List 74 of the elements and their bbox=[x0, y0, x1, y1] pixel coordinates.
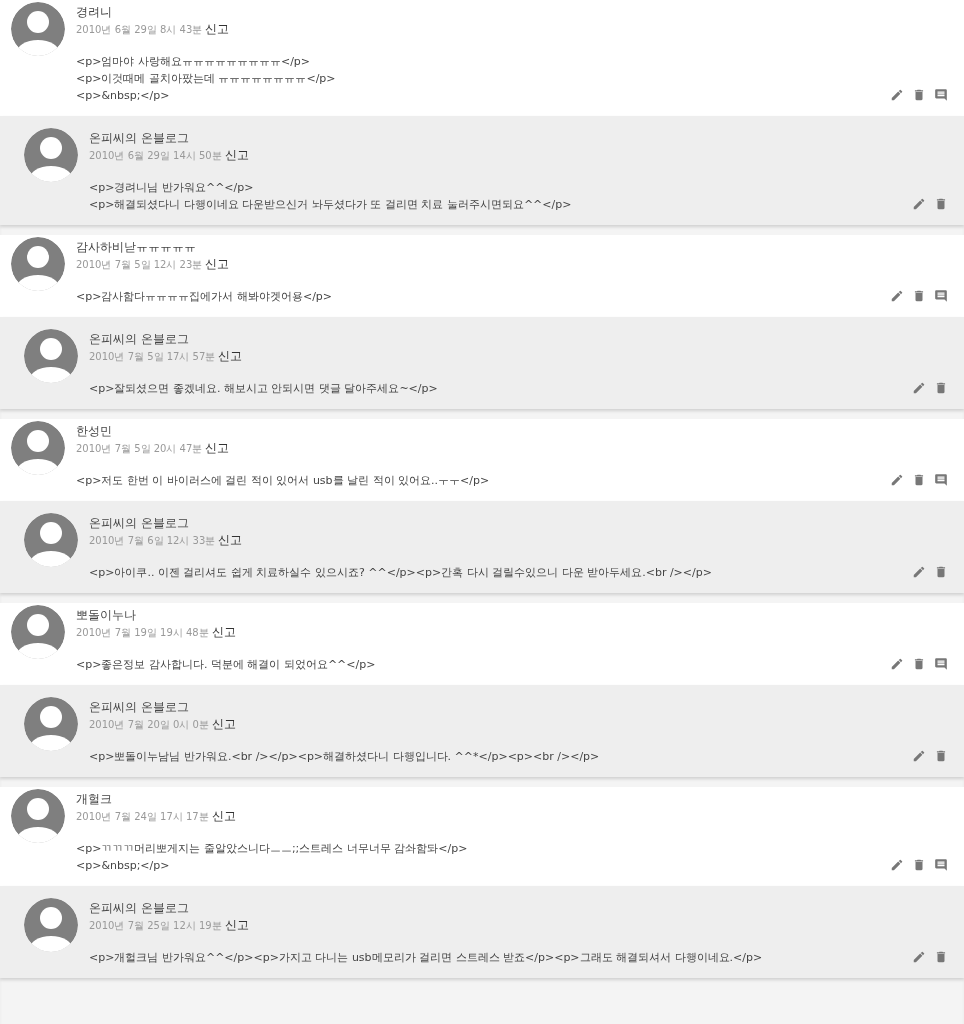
comment-text: <p>아이쿠.. 이젠 걸리셔도 쉽게 치료하실수 있으시죠? ^^</p><p>간혹 다시 걸릴수있으니 다운 받아두세요.<br /></p> bbox=[89, 565, 713, 581]
report-link[interactable]: 신고 bbox=[212, 715, 236, 733]
edit-icon[interactable] bbox=[890, 858, 904, 872]
author-name: 뽀돌이누나 bbox=[76, 607, 137, 623]
comment-text: <p>뽀돌이누남님 반가워요.<br /></p><p>해결하셨다니 다행입니다. ^^*</p><p><br /></p> bbox=[89, 749, 601, 765]
report-link[interactable]: 신고 bbox=[224, 916, 249, 934]
avatar-icon bbox=[24, 329, 78, 383]
comment-text: <p>&nbsp;</p> bbox=[76, 858, 171, 874]
avatar-icon bbox=[24, 513, 78, 567]
reply-icon[interactable] bbox=[934, 88, 948, 102]
comment-text: <p>저도 한번 이 바이러스에 걸린 적이 있어서 usb를 날린 적이 있어요..ㅜㅜ</p> bbox=[76, 473, 491, 489]
comment-text: <p>이것때메 골치아팠는데 ㅠㅠㅠㅠㅠㅠㅠㅠ</p> bbox=[76, 71, 337, 87]
comment-date: 2010년 7월 5일 20시 47분 bbox=[76, 442, 203, 456]
edit-icon[interactable] bbox=[912, 197, 926, 211]
author-name: 온피씨의 온블로그 bbox=[89, 515, 190, 531]
comment-date: 2010년 6월 29일 8시 43분 bbox=[76, 23, 203, 37]
comment-date: 2010년 7월 19일 19시 48분 bbox=[76, 626, 209, 640]
comment-date: 2010년 7월 6일 12시 33분 bbox=[89, 534, 216, 548]
author-name: 온피씨의 온블로그 bbox=[89, 900, 190, 916]
report-link[interactable]: 신고 bbox=[205, 439, 230, 457]
avatar-icon bbox=[24, 697, 78, 751]
avatar-icon bbox=[24, 898, 78, 952]
comment-text: <p>잘되셨으면 좋겠네요. 해보시고 안되시면 댓글 달아주세요~</p> bbox=[89, 381, 439, 397]
edit-icon[interactable] bbox=[912, 749, 926, 763]
report-link[interactable]: 신고 bbox=[211, 623, 236, 641]
comment-date: 2010년 7월 20일 0시 0분 bbox=[89, 718, 209, 732]
author-name: 온피씨의 온블로그 bbox=[89, 130, 190, 146]
comment-date: 2010년 6월 29일 14시 50분 bbox=[89, 149, 222, 163]
comment-date: 2010년 7월 5일 12시 23분 bbox=[76, 258, 203, 272]
author-name: 온피씨의 온블로그 bbox=[89, 699, 190, 715]
edit-icon[interactable] bbox=[890, 473, 904, 487]
author-name: 감사하비낟ㅠㅠㅠㅠㅠ bbox=[76, 239, 197, 255]
delete-icon[interactable] bbox=[912, 88, 926, 102]
delete-icon[interactable] bbox=[912, 858, 926, 872]
author-name: 경려니 bbox=[76, 4, 113, 20]
comment-date: 2010년 7월 24일 17시 17분 bbox=[76, 810, 209, 824]
edit-icon[interactable] bbox=[890, 657, 904, 671]
report-link[interactable]: 신고 bbox=[224, 146, 249, 164]
comment-text: <p>좋은정보 감사합니다. 덕분에 해결이 되었어요^^</p> bbox=[76, 657, 377, 673]
author-name: 한성민 bbox=[76, 423, 113, 439]
delete-icon[interactable] bbox=[934, 950, 948, 964]
delete-icon[interactable] bbox=[934, 749, 948, 763]
delete-icon[interactable] bbox=[912, 657, 926, 671]
author-name: 온피씨의 온블로그 bbox=[89, 331, 190, 347]
comment-text: <p>ㄲㄲㄲ머리뽀게지는 줄알았스니다ㅡㅡ;;스트레스 너무너무 감솨함돠</p> bbox=[76, 841, 469, 857]
reply-icon[interactable] bbox=[934, 289, 948, 303]
delete-icon[interactable] bbox=[934, 197, 948, 211]
report-link[interactable]: 신고 bbox=[205, 20, 230, 38]
edit-icon[interactable] bbox=[912, 565, 926, 579]
delete-icon[interactable] bbox=[934, 565, 948, 579]
comment-text: <p>개헐크님 반가워요^^</p><p>가지고 다니는 usb메모리가 걸리면 스트레스 받죠</p><p>그래도 해결되셔서 다행이네요.</p> bbox=[89, 950, 764, 966]
edit-icon[interactable] bbox=[912, 950, 926, 964]
report-link[interactable]: 신고 bbox=[211, 807, 236, 825]
delete-icon[interactable] bbox=[912, 289, 926, 303]
reply-icon[interactable] bbox=[934, 858, 948, 872]
report-link[interactable]: 신고 bbox=[218, 531, 243, 549]
reply-icon[interactable] bbox=[934, 473, 948, 487]
report-link[interactable]: 신고 bbox=[218, 347, 243, 365]
edit-icon[interactable] bbox=[890, 88, 904, 102]
delete-icon[interactable] bbox=[912, 473, 926, 487]
reply-icon[interactable] bbox=[934, 657, 948, 671]
avatar-icon bbox=[24, 128, 78, 182]
edit-icon[interactable] bbox=[912, 381, 926, 395]
comment-text: <p>경려니님 반가워요^^</p> bbox=[89, 180, 255, 196]
edit-icon[interactable] bbox=[890, 289, 904, 303]
comment-text: <p>&nbsp;</p> bbox=[76, 88, 171, 104]
comment-text: <p>감사함다ㅠㅠㅠㅠ집에가서 해봐야겟어용</p> bbox=[76, 289, 334, 305]
comment-text: <p>엄마야 사랑해요ㅠㅠㅠㅠㅠㅠㅠㅠㅠ</p> bbox=[76, 54, 312, 70]
report-link[interactable]: 신고 bbox=[205, 255, 230, 273]
comment-date: 2010년 7월 5일 17시 57분 bbox=[89, 350, 216, 364]
author-name: 개헐크 bbox=[76, 791, 113, 807]
comment-date: 2010년 7월 25일 12시 19분 bbox=[89, 919, 222, 933]
comment-text: <p>해결되셨다니 다행이네요 다운받으신거 놔두셨다가 또 걸리면 치료 눌러주시면되요^^</p> bbox=[89, 197, 573, 213]
delete-icon[interactable] bbox=[934, 381, 948, 395]
